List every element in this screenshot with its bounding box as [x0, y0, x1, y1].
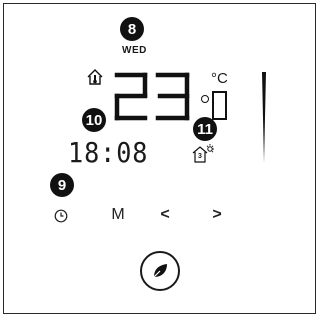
comfort-level: 3 — [198, 153, 202, 160]
temperature-unit: °C — [211, 70, 228, 87]
day-of-week: WED — [122, 45, 147, 56]
level-bar — [262, 72, 266, 163]
prev-button[interactable]: < — [158, 206, 172, 224]
house-sun-icon: 3 — [191, 143, 215, 165]
eco-button[interactable] — [140, 251, 180, 291]
home-thermometer-icon — [87, 69, 103, 85]
mode-button[interactable]: M — [110, 206, 126, 224]
callout-11-label: 11 — [197, 120, 213, 138]
decimal-digit — [212, 91, 227, 120]
clock-icon — [54, 209, 68, 223]
clock-button[interactable] — [53, 208, 69, 224]
callout-9-label: 9 — [57, 176, 67, 194]
callout-9: 9 — [50, 173, 74, 197]
callout-10-label: 10 — [85, 111, 103, 129]
callout-11: 11 — [193, 117, 217, 141]
time-display: 18:08 — [68, 136, 149, 169]
leaf-icon — [152, 264, 167, 279]
callout-10: 10 — [82, 108, 106, 132]
callout-8: 8 — [120, 17, 144, 41]
next-button[interactable]: > — [210, 206, 224, 224]
next-label: > — [212, 206, 222, 223]
temperature-display — [114, 72, 190, 121]
prev-label: < — [160, 206, 170, 223]
decimal-point — [201, 95, 209, 103]
mode-label: M — [111, 206, 125, 223]
callout-8-label: 8 — [127, 20, 137, 38]
